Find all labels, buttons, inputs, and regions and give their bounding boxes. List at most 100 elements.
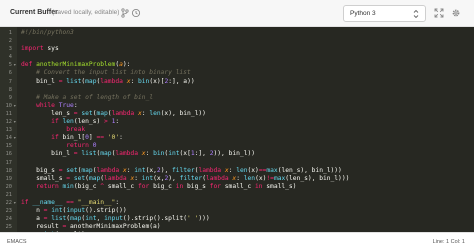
code-token: anotherMinimaxProblem <box>36 61 116 69</box>
code-token: map <box>70 215 82 223</box>
code-line[interactable]: 19 small_s = set(map(lambda x: int(x,2),… <box>0 175 474 183</box>
chevron-down-icon <box>412 9 420 19</box>
code-line[interactable]: 2 <box>0 37 474 45</box>
code-token: small_c <box>221 182 255 190</box>
history-icon[interactable] <box>131 8 141 18</box>
code-token: break <box>66 126 86 134</box>
code-token: : <box>130 77 139 85</box>
line-number: 16 <box>5 151 12 158</box>
expand-icon[interactable] <box>434 8 444 18</box>
code-line[interactable]: 11 len_s = set(map(lambda x: len(x), bin… <box>0 110 474 118</box>
code-text: if bin_l[0] == '0': <box>21 134 123 142</box>
code-token: set <box>73 174 86 182</box>
code-token: "__main__" <box>77 198 116 206</box>
code-line[interactable]: 17 <box>0 159 474 167</box>
code-token: == <box>66 198 74 206</box>
code-token: bin_l[ <box>58 134 86 142</box>
line-number: 5 <box>8 62 12 69</box>
code-token: list <box>81 150 97 158</box>
code-token: def <box>21 61 33 69</box>
fold-toggle-icon[interactable]: ▼ <box>13 118 18 126</box>
code-line[interactable]: 6 # Convert the input list into binary l… <box>0 69 474 77</box>
code-token: small_s) <box>262 182 297 190</box>
code-text: bin_l = list(map(lambda x: bin(x)[2:], a… <box>21 78 195 86</box>
code-token: :], a)) <box>168 77 195 85</box>
code-token: while <box>36 101 55 109</box>
code-line[interactable]: 8 <box>0 86 474 94</box>
code-token: int <box>168 150 180 158</box>
code-token: if <box>21 198 29 206</box>
code-token: ().strip().split( <box>122 215 188 223</box>
code-token: ), <box>168 174 180 182</box>
code-token: (x) <box>247 166 259 174</box>
code-token: : <box>134 174 142 182</box>
fold-toggle-icon[interactable]: ▼ <box>13 61 18 69</box>
code-line[interactable]: 22 ▼ if __name__ == "__main__": <box>0 199 474 207</box>
code-line[interactable]: 25 result = anotherMinimaxProblem(a) <box>0 223 474 231</box>
code-line[interactable]: 21 <box>0 191 474 199</box>
code-line[interactable]: 13 break <box>0 126 474 134</box>
line-number: 11 <box>5 110 12 117</box>
code-token: (len_s) <box>73 118 104 126</box>
code-token: : <box>145 150 154 158</box>
code-line[interactable]: 20 return min(big_c ^ small_c for big_c … <box>0 183 474 191</box>
code-text: if __name__ == "__main__": <box>21 199 119 207</box>
code-text: # Make a set of length of bin_l <box>21 94 153 102</box>
fold-toggle-icon[interactable]: ▼ <box>13 134 18 142</box>
fold-toggle-icon[interactable]: ▼ <box>13 199 18 207</box>
gear-icon[interactable] <box>451 8 461 18</box>
code-line[interactable]: 23 n = int(input().strip()) <box>0 207 474 215</box>
code-token: (big_c <box>73 182 101 190</box>
code-token: != <box>266 174 274 182</box>
code-token: a <box>21 215 44 223</box>
code-token: (x) <box>255 174 267 182</box>
code-text: return min(big_c ^ small_c for big_c in … <box>21 183 296 191</box>
git-branch-icon[interactable] <box>121 8 129 18</box>
code-line[interactable]: 18 big_s = set(map(lambda x: int(x,2), f… <box>0 167 474 175</box>
code-lines: 1 #!/bin/python3 2 3 import sys 4 5 ▼ def anothe… <box>0 29 474 232</box>
code-token: n <box>21 207 44 215</box>
code-token: (len_s), bin_l))) <box>277 166 342 174</box>
code-line[interactable]: 16 bin_l = list(map(lambda x: bin(int(x[… <box>0 150 474 158</box>
code-editor[interactable]: 1 #!/bin/python3 2 3 import sys 4 5 ▼ def anothe… <box>0 27 474 232</box>
code-text: result = anotherMinimaxProblem(a) <box>21 223 160 231</box>
code-line[interactable]: 4 <box>0 53 474 61</box>
language-select[interactable]: Python 3 <box>343 5 426 22</box>
code-token: , <box>96 215 105 223</box>
code-token: )), bin_l)) <box>213 150 256 158</box>
code-line[interactable]: 1 #!/bin/python3 <box>0 29 474 37</box>
code-token: big_s <box>183 182 210 190</box>
line-number: 23 <box>5 208 12 215</box>
code-line[interactable]: 24 a = list(map(int, input().strip().spl… <box>0 215 474 223</box>
code-token: len_s <box>21 109 74 117</box>
code-token: (len_s), bin_l))) <box>285 174 350 182</box>
line-number: 18 <box>5 167 12 174</box>
code-token: in <box>254 182 263 190</box>
code-token: True <box>58 101 74 109</box>
code-token: lambda <box>111 109 135 117</box>
code-text: import sys <box>21 45 59 53</box>
code-token: max <box>273 174 286 182</box>
line-number: 17 <box>5 159 12 166</box>
code-line[interactable]: 10 ▼ while True: <box>0 102 474 110</box>
code-token: big_c <box>149 182 176 190</box>
code-text: len_s = set(map(lambda x: len(x), bin_l)… <box>21 110 206 118</box>
line-number: 3 <box>8 46 12 53</box>
code-line[interactable]: 3 import sys <box>0 45 474 53</box>
code-token: ' ' <box>187 215 199 223</box>
code-token: small_c <box>104 182 138 190</box>
code-line[interactable]: 9 # Make a set of length of bin_l <box>0 94 474 102</box>
fold-toggle-icon[interactable]: ▼ <box>13 102 18 110</box>
code-line[interactable]: 15 return 0 <box>0 142 474 150</box>
code-line[interactable]: 12 ▼ if len(len_s) > 1: <box>0 118 474 126</box>
code-line[interactable]: 14 ▼ if bin_l[0] == '0': <box>0 134 474 142</box>
status-bar: EMACS Line: 1 Col: 1 <box>0 232 474 251</box>
code-token: (x)[ <box>149 77 165 85</box>
code-line[interactable]: 7 bin_l = list(map(lambda x: bin(x)[2:],… <box>0 78 474 86</box>
code-token: for <box>137 182 150 190</box>
code-text: bin_l = list(map(lambda x: bin(int(x[1:]… <box>21 150 255 158</box>
code-token: :], <box>194 150 210 158</box>
